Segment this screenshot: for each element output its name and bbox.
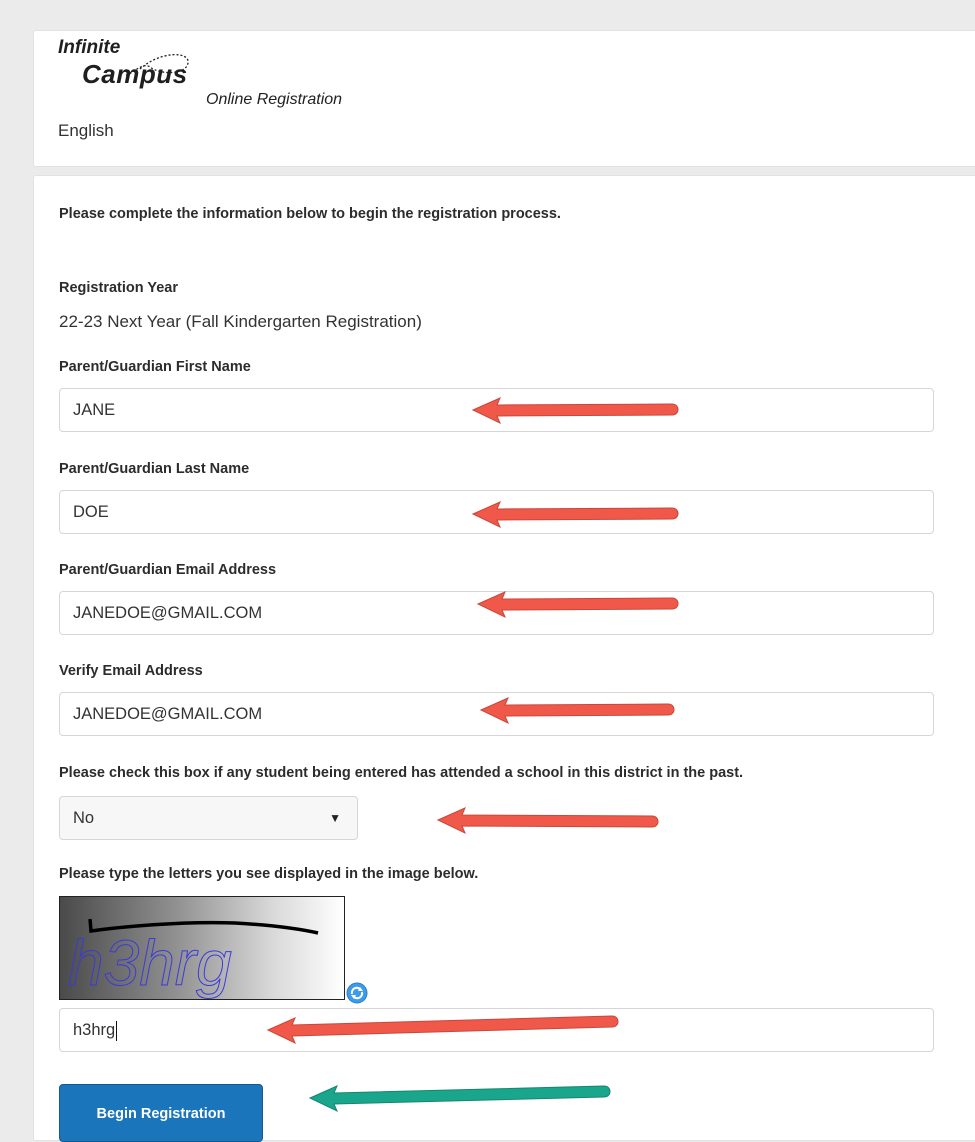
- attended-label: Please check this box if any student bei…: [59, 765, 744, 781]
- attended-select[interactable]: No ▼: [59, 796, 358, 840]
- verify-email-input[interactable]: JANEDOE@GMAIL.COM: [59, 692, 934, 736]
- attended-select-value: No: [73, 809, 95, 827]
- captcha-input[interactable]: h3hrg: [59, 1008, 934, 1052]
- header-card: Infinite Campus Online Registration Engl…: [33, 30, 975, 167]
- email-input[interactable]: JANEDOE@GMAIL.COM: [59, 591, 934, 635]
- begin-registration-button[interactable]: Begin Registration: [59, 1084, 263, 1142]
- registration-year-value: 22-23 Next Year (Fall Kindergarten Regis…: [59, 312, 422, 331]
- email-label: Parent/Guardian Email Address: [59, 562, 277, 578]
- language-selector[interactable]: English: [58, 121, 114, 141]
- captcha-input-value: h3hrg: [73, 1021, 116, 1039]
- logo-word-infinite: Infinite: [58, 37, 121, 58]
- first-name-label: Parent/Guardian First Name: [59, 359, 251, 375]
- captcha-text: h3hrg: [68, 927, 232, 999]
- logo-subtitle: Online Registration: [206, 91, 343, 108]
- registration-year-label: Registration Year: [59, 280, 179, 296]
- last-name-label: Parent/Guardian Last Name: [59, 461, 250, 477]
- logo-word-campus: Campus: [82, 59, 188, 89]
- captcha-image: h3hrg: [59, 896, 345, 1000]
- registration-form-card: Please complete the information below to…: [33, 175, 975, 1142]
- text-cursor: [116, 1020, 118, 1041]
- first-name-input[interactable]: JANE: [59, 388, 934, 432]
- verify-email-label: Verify Email Address: [59, 663, 203, 679]
- intro-text: Please complete the information below to…: [59, 206, 561, 222]
- refresh-captcha-icon[interactable]: [346, 982, 368, 1004]
- dropdown-caret-icon: ▼: [329, 811, 341, 825]
- captcha-label: Please type the letters you see displaye…: [59, 866, 479, 882]
- last-name-input[interactable]: DOE: [59, 490, 934, 534]
